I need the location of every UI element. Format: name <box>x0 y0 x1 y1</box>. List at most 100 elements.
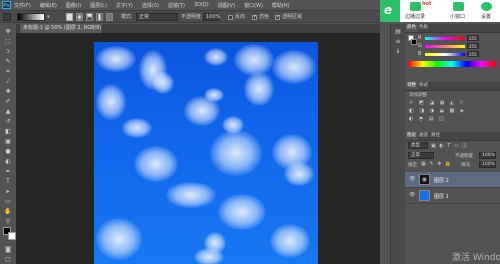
layer-thumbnail <box>419 190 430 201</box>
layer-opacity-input[interactable]: 100% <box>479 152 496 159</box>
document-tab[interactable]: 未标题-1 @ 50% (图层 2, RGB/8) * <box>20 24 102 33</box>
settings-icon[interactable] <box>481 2 492 11</box>
adjust-panel-header: 调整 样式 <box>405 82 500 91</box>
mode-select[interactable]: 正常 <box>136 13 178 21</box>
blur-tool-icon[interactable]: ● <box>4 148 12 155</box>
color-spectrum[interactable] <box>408 61 496 67</box>
menu-select[interactable]: 选择(S) <box>142 2 159 9</box>
eye-icon[interactable]: 👁 <box>409 177 415 182</box>
layer-row-selected[interactable]: 👁 图层 2 <box>405 172 500 188</box>
green-label: G <box>418 43 422 49</box>
fill-input[interactable]: 100% <box>479 161 496 168</box>
bg-color-box[interactable] <box>411 39 417 45</box>
properties-panel-icon[interactable]: ≡ <box>394 38 402 45</box>
chevron-down-icon[interactable]: ▾ <box>47 13 52 21</box>
menu-edit[interactable]: 编辑(E) <box>40 2 57 9</box>
type-tool-icon[interactable]: T <box>4 178 12 185</box>
red-label: R <box>418 35 422 41</box>
tools-panel: ✥ ⬚ ↄ ✎ ⌗ ⁄ ✚ ✐ ▲ ↺ ◧ ▣ ● ◐ ✒ T ▸ ▭ ✋ ⚲ … <box>0 24 17 264</box>
menu-image[interactable]: 图像(I) <box>66 2 81 9</box>
path-select-tool-icon[interactable]: ▸ <box>4 188 12 195</box>
screen-mode-icon[interactable]: ▢ <box>4 256 12 263</box>
eye-icon[interactable]: 👁 <box>409 193 415 198</box>
green-value[interactable]: 255 <box>467 43 479 49</box>
reverse-label: 反向 <box>235 14 246 20</box>
tab-swatches[interactable]: 色板 <box>417 24 430 32</box>
adjustment-icons-row2[interactable]: ◧ ◨ ◑ ◒ ▩ ◈ <box>409 108 466 114</box>
document-canvas[interactable] <box>94 42 318 264</box>
clone-stamp-tool-icon[interactable]: ▲ <box>4 108 12 115</box>
layer-name[interactable]: 图层 1 <box>434 193 449 200</box>
move-tool-icon[interactable]: ✥ <box>4 28 12 35</box>
add-adjustment-label: 添加调整 <box>409 93 427 98</box>
menu-layer[interactable]: 图层(L) <box>90 2 107 9</box>
diamond-gradient-icon[interactable] <box>106 13 113 21</box>
layer-row[interactable]: 👁 图层 1 <box>405 188 500 204</box>
opacity-input[interactable]: 100% <box>203 13 220 21</box>
info-panel-icon[interactable]: ℹ <box>394 48 402 55</box>
dither-checkbox[interactable] <box>252 14 257 20</box>
reflected-gradient-icon[interactable] <box>96 13 103 21</box>
menu-type[interactable]: 文字(Y) <box>116 2 133 9</box>
lasso-tool-icon[interactable]: ↄ <box>4 48 12 55</box>
eyedropper-tool-icon[interactable]: ⁄ <box>4 78 12 85</box>
red-value[interactable]: 255 <box>467 35 479 41</box>
menu-window[interactable]: 窗口(W) <box>244 2 263 9</box>
tab-styles[interactable]: 样式 <box>417 82 430 90</box>
blend-mode-select[interactable]: 正常 <box>408 152 434 159</box>
brush-tool-icon[interactable]: ✐ <box>4 98 12 105</box>
layer-filter-icons[interactable]: ▣ ◐ T ▭ ◫ <box>431 143 468 149</box>
green-slider[interactable] <box>425 45 465 48</box>
background-color-swatch[interactable] <box>8 232 16 240</box>
adjustment-icons-row3[interactable]: ◐ ◓ ▤ ◫ <box>409 116 446 122</box>
zoom-tool-icon[interactable]: ⚲ <box>4 218 12 225</box>
collapsed-panel-icons: ▤ ≡ ℹ <box>390 24 406 264</box>
menu-filter[interactable]: 滤镜(T) <box>168 2 185 9</box>
tab-paths[interactable]: 路径 <box>429 132 442 140</box>
angle-gradient-icon[interactable] <box>86 13 93 21</box>
layer-thumbnail <box>419 174 430 185</box>
menu-file[interactable]: 文件(F) <box>14 2 31 9</box>
dither-label: 仿色 <box>259 14 270 20</box>
reverse-checkbox[interactable] <box>228 15 233 20</box>
menu-view[interactable]: 视图(V) <box>218 2 235 9</box>
adjustment-icons-row1[interactable]: ☼ ◩ ◪ ▦ ◭ ▽ <box>409 100 465 106</box>
transparency-checkbox[interactable] <box>275 14 280 20</box>
lock-icons[interactable]: ▦ ✎ ✥ 🔒 <box>421 161 452 167</box>
gradient-tool-icon[interactable]: ▣ <box>4 138 12 145</box>
gradient-preview[interactable] <box>17 13 45 21</box>
radial-gradient-icon[interactable] <box>76 13 83 21</box>
quick-mask-icon[interactable]: ◙ <box>4 246 12 253</box>
options-bar: ▾ 模式: 正常 不透明度: 100% 反向 仿色 透明区域 <box>0 10 380 23</box>
mode-label: 模式: <box>121 14 133 20</box>
mini-window-icon[interactable] <box>453 2 464 11</box>
transparency-label: 透明区域 <box>282 14 303 20</box>
eraser-tool-icon[interactable]: ◧ <box>4 128 12 135</box>
menu-bar: Ps 文件(F) 编辑(E) 图像(I) 图层(L) 文字(Y) 选择(S) 滤… <box>0 0 380 10</box>
live-label[interactable]: 边播边录 <box>405 13 425 20</box>
history-panel-icon[interactable]: ▤ <box>394 28 402 35</box>
healing-brush-tool-icon[interactable]: ✚ <box>4 88 12 95</box>
layers-panel-header: 图层 通道 路径 <box>405 132 500 141</box>
crop-tool-icon[interactable]: ⌗ <box>4 68 12 75</box>
layer-kind-filter[interactable]: 类型 <box>408 142 428 149</box>
quick-select-tool-icon[interactable]: ✎ <box>4 58 12 65</box>
blue-slider[interactable] <box>425 53 465 56</box>
mini-window-label[interactable]: 小窗口 <box>450 13 465 20</box>
history-brush-tool-icon[interactable]: ↺ <box>4 118 12 125</box>
pen-tool-icon[interactable]: ✒ <box>4 168 12 175</box>
rectangle-tool-icon[interactable]: ▭ <box>4 198 12 205</box>
dodge-tool-icon[interactable]: ◐ <box>4 158 12 165</box>
red-slider[interactable] <box>425 37 465 40</box>
settings-label[interactable]: 设置 <box>481 13 491 20</box>
recorder-logo: e <box>380 0 400 22</box>
menu-help[interactable]: 帮助(H) <box>272 2 290 9</box>
live-icon[interactable] <box>410 2 421 11</box>
gradient-tool-icon[interactable] <box>3 13 11 21</box>
marquee-tool-icon[interactable]: ⬚ <box>4 38 12 45</box>
menu-3d[interactable]: 3D(D) <box>194 2 209 8</box>
blue-value[interactable]: 255 <box>467 51 479 57</box>
layer-name[interactable]: 图层 2 <box>434 177 449 184</box>
linear-gradient-icon[interactable] <box>66 13 73 21</box>
hand-tool-icon[interactable]: ✋ <box>4 208 12 215</box>
